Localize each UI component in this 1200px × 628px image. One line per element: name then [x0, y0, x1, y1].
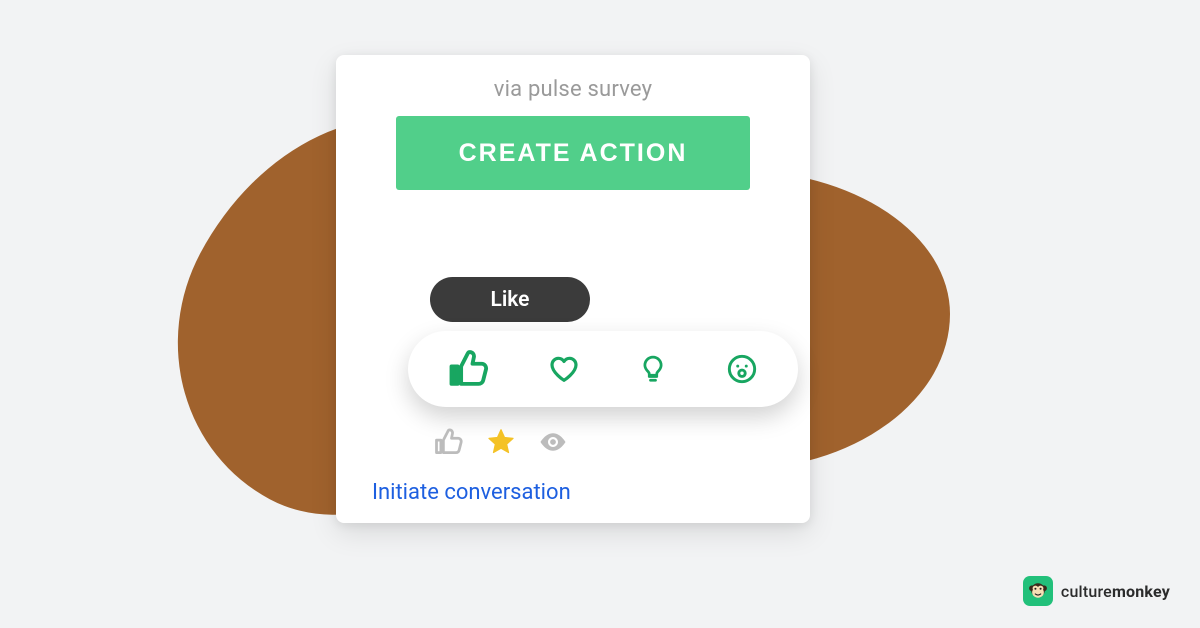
- eye-icon: [538, 427, 568, 457]
- brand-name-prefix: culture: [1061, 582, 1112, 601]
- create-action-button[interactable]: CREATE ACTION: [396, 116, 750, 190]
- reaction-like-button[interactable]: [444, 344, 494, 394]
- brand-name-bold: monkey: [1112, 582, 1170, 601]
- status-icons-row: [434, 427, 568, 457]
- brand-logo: culturemonkey: [1023, 576, 1170, 606]
- surprised-face-icon: [726, 353, 758, 385]
- card-subtitle: via pulse survey: [372, 77, 774, 102]
- lightbulb-icon: [638, 354, 668, 384]
- brand-name: culturemonkey: [1061, 582, 1170, 601]
- initiate-conversation-link[interactable]: Initiate conversation: [372, 480, 571, 505]
- action-card: via pulse survey CREATE ACTION Like: [336, 55, 810, 523]
- heart-icon: [548, 353, 580, 385]
- thumbs-up-icon: [448, 348, 490, 390]
- thumbs-up-outline-icon: [434, 427, 464, 457]
- reaction-heart-button[interactable]: [544, 349, 584, 389]
- monkey-icon: [1023, 576, 1053, 606]
- reaction-picker: [408, 331, 798, 407]
- reaction-tooltip: Like: [430, 277, 590, 322]
- star-icon: [486, 427, 516, 457]
- reaction-idea-button[interactable]: [634, 350, 672, 388]
- reaction-surprised-button[interactable]: [722, 349, 762, 389]
